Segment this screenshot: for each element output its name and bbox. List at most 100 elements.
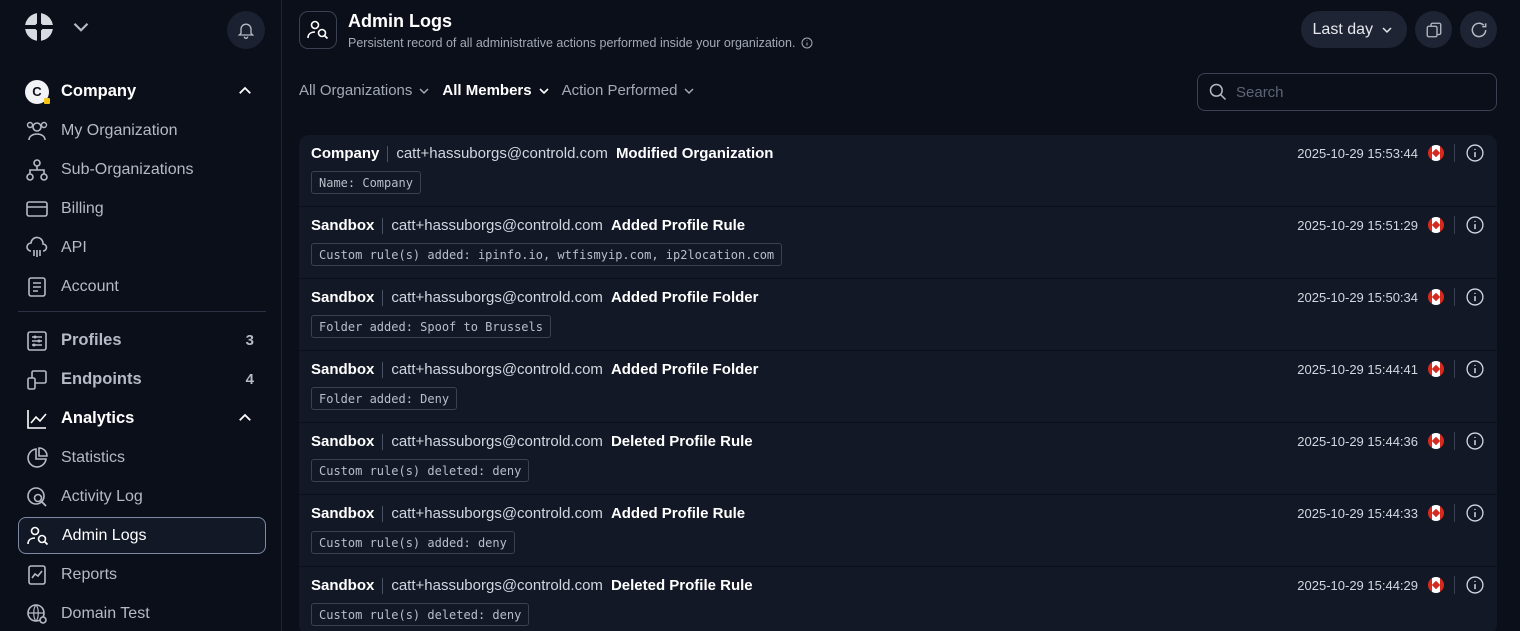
- log-email: catt+hassuborgs@controld.com: [396, 145, 608, 162]
- info-icon[interactable]: [801, 37, 813, 49]
- log-separator: [387, 145, 389, 162]
- members-filter[interactable]: All Members: [442, 82, 551, 99]
- canada-flag-icon: [1428, 289, 1444, 305]
- chevron-down-icon: [419, 87, 429, 94]
- log-timestamp: 2025-10-29 15:53:44: [1297, 145, 1418, 161]
- sidebar-item-label: My Organization: [61, 121, 178, 139]
- meta-separator: [1454, 288, 1455, 306]
- sidebar-item-profiles[interactable]: Profiles 3: [18, 322, 266, 359]
- canada-flag-icon: [1428, 433, 1444, 449]
- log-email: catt+hassuborgs@controld.com: [391, 577, 603, 594]
- log-separator: [382, 505, 384, 522]
- log-separator: [382, 289, 384, 306]
- bell-icon: [237, 23, 255, 39]
- meta-separator: [1454, 576, 1455, 594]
- log-action: Added Profile Rule: [610, 217, 746, 234]
- activity-search-icon: [24, 484, 50, 510]
- sidebar-item-billing[interactable]: Billing: [18, 190, 266, 227]
- log-org: Sandbox: [311, 217, 375, 234]
- chevron-down-icon: [1382, 26, 1392, 33]
- organizations-filter[interactable]: All Organizations: [299, 82, 432, 99]
- log-detail: Name: Company: [311, 171, 421, 194]
- action-filter[interactable]: Action Performed: [562, 82, 698, 99]
- info-icon[interactable]: [1465, 143, 1485, 163]
- meta-separator: [1454, 504, 1455, 522]
- log-separator: [382, 433, 384, 450]
- log-row[interactable]: Sandbox catt+hassuborgs@controld.com Add…: [299, 279, 1497, 351]
- endpoints-count: 4: [245, 371, 254, 388]
- log-meta: 2025-10-29 15:44:41: [1297, 359, 1485, 379]
- admin-search-icon: [307, 20, 329, 40]
- sidebar-item-label: Billing: [61, 199, 104, 217]
- info-icon[interactable]: [1465, 503, 1485, 523]
- sidebar-item-activity-log[interactable]: Activity Log: [18, 478, 266, 515]
- log-row[interactable]: Sandbox catt+hassuborgs@controld.com Add…: [299, 207, 1497, 279]
- sidebar-item-api[interactable]: API: [18, 229, 266, 266]
- filter-label: Action Performed: [561, 82, 678, 99]
- log-summary: Sandbox catt+hassuborgs@controld.com Add…: [311, 361, 758, 378]
- log-timestamp: 2025-10-29 15:44:41: [1297, 361, 1418, 377]
- sidebar-item-label: Reports: [61, 565, 118, 583]
- sidebar-item-my-organization[interactable]: My Organization: [18, 112, 266, 149]
- org-switcher[interactable]: [18, 12, 94, 42]
- notifications-button[interactable]: [227, 11, 265, 49]
- log-meta: 2025-10-29 15:44:29: [1297, 575, 1485, 595]
- log-row[interactable]: Sandbox catt+hassuborgs@controld.com Del…: [299, 567, 1497, 631]
- log-timestamp: 2025-10-29 15:51:29: [1297, 217, 1418, 233]
- log-summary: Sandbox catt+hassuborgs@controld.com Del…: [311, 433, 753, 450]
- meta-separator: [1454, 216, 1455, 234]
- log-org: Sandbox: [311, 361, 375, 378]
- info-icon[interactable]: [1465, 215, 1485, 235]
- admin-search-icon: [25, 523, 51, 549]
- report-icon: [24, 562, 50, 588]
- sidebar-item-label: Statistics: [61, 448, 126, 466]
- log-meta: 2025-10-29 15:44:33: [1297, 503, 1485, 523]
- globe-search-icon: [24, 601, 50, 627]
- log-separator: [382, 217, 384, 234]
- chevron-up-icon: [239, 86, 251, 94]
- log-row[interactable]: Sandbox catt+hassuborgs@controld.com Add…: [299, 351, 1497, 423]
- log-row[interactable]: Sandbox catt+hassuborgs@controld.com Del…: [299, 423, 1497, 495]
- canada-flag-icon: [1428, 577, 1444, 593]
- info-icon[interactable]: [1465, 287, 1485, 307]
- chevron-down-icon: [73, 22, 89, 32]
- info-icon[interactable]: [1465, 575, 1485, 595]
- info-icon[interactable]: [1465, 359, 1485, 379]
- sidebar-item-admin-logs[interactable]: Admin Logs: [18, 517, 266, 554]
- log-timestamp: 2025-10-29 15:50:34: [1297, 289, 1418, 305]
- log-summary: Sandbox catt+hassuborgs@controld.com Add…: [311, 505, 745, 522]
- log-row[interactable]: Sandbox catt+hassuborgs@controld.com Add…: [299, 495, 1497, 567]
- log-action: Modified Organization: [615, 145, 774, 162]
- log-separator: [382, 577, 384, 594]
- sidebar-item-domain-test[interactable]: Domain Test: [18, 595, 266, 631]
- log-detail: Custom rule(s) added: deny: [311, 531, 515, 554]
- log-meta: 2025-10-29 15:51:29: [1297, 215, 1485, 235]
- sidebar-item-statistics[interactable]: Statistics: [18, 439, 266, 476]
- log-detail: Custom rule(s) deleted: deny: [311, 603, 530, 626]
- sliders-icon: [24, 328, 50, 354]
- sidebar-item-account[interactable]: Account: [18, 268, 266, 305]
- search-input[interactable]: [1236, 83, 1476, 101]
- time-range-dropdown[interactable]: Last day: [1300, 11, 1407, 48]
- sidebar-item-sub-organizations[interactable]: Sub-Organizations: [18, 151, 266, 188]
- credit-card-icon: [24, 196, 50, 222]
- log-detail: Custom rule(s) added: ipinfo.io, wtfismy…: [311, 243, 783, 266]
- sidebar-item-reports[interactable]: Reports: [18, 556, 266, 593]
- sidebar-item-label: Domain Test: [61, 604, 150, 622]
- org-tree-icon: [24, 157, 50, 183]
- sidebar-item-analytics[interactable]: Analytics: [18, 400, 266, 437]
- sidebar-item-endpoints[interactable]: Endpoints 4: [18, 361, 266, 398]
- company-badge-icon: C: [24, 79, 50, 105]
- devices-icon: [24, 367, 50, 393]
- page-subtitle: Persistent record of all administrative …: [348, 36, 813, 50]
- log-row[interactable]: Company catt+hassuborgs@controld.com Mod…: [299, 135, 1497, 207]
- refresh-button[interactable]: [1460, 11, 1497, 48]
- log-summary: Sandbox catt+hassuborgs@controld.com Del…: [311, 577, 753, 594]
- pie-chart-icon: [24, 445, 50, 471]
- info-icon[interactable]: [1465, 431, 1485, 451]
- log-email: catt+hassuborgs@controld.com: [391, 505, 603, 522]
- log-timestamp: 2025-10-29 15:44:29: [1297, 577, 1418, 593]
- admin-log-list: Company catt+hassuborgs@controld.com Mod…: [299, 135, 1497, 631]
- company-header[interactable]: C Company: [18, 73, 266, 110]
- copy-button[interactable]: [1415, 11, 1452, 48]
